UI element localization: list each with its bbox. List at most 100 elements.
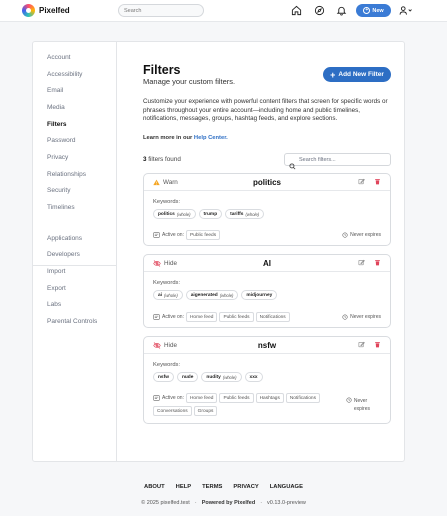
filter-card-politics: Warn politics Keywords: politics (whole) … (143, 173, 391, 246)
filter-card-header: Hide nsfw (144, 337, 390, 354)
footer-link-help[interactable]: HELP (176, 484, 191, 490)
keywords-label: Keywords: (153, 362, 181, 368)
expiry-label: Never expires (350, 232, 381, 238)
trash-icon[interactable] (374, 341, 381, 348)
context-chip: Public feeds (185, 230, 221, 240)
keyword-mode: (whole) (164, 292, 178, 298)
footer-link-terms[interactable]: TERMS (202, 484, 222, 490)
sidebar-item-privacy[interactable]: Privacy (47, 154, 68, 161)
home-icon[interactable] (290, 4, 303, 17)
sidebar-item-labs[interactable]: Labs (47, 301, 61, 308)
keyword-word: tariffs (230, 211, 244, 217)
filter-title: nsfw (257, 341, 277, 350)
trash-icon[interactable] (374, 178, 381, 185)
filter-search-box[interactable] (284, 153, 391, 170)
page-subtitle: Manage your custom filters. (143, 77, 236, 86)
footer-link-privacy[interactable]: PRIVACY (233, 484, 258, 490)
add-new-filter-label: Add New Filter (338, 71, 384, 78)
filters-description: Customize your experience with powerful … (143, 98, 388, 122)
keyword-word: trump (203, 211, 218, 217)
footer-link-language[interactable]: LANGUAGE (270, 484, 303, 490)
sidebar-item-applications[interactable]: Applications (47, 235, 82, 242)
clock-icon (342, 232, 348, 238)
keyword-chip: ai (whole) (153, 290, 183, 300)
footer-links: ABOUT HELP TERMS PRIVACY LANGUAGE (0, 484, 447, 490)
keyword-chip: xxx (244, 372, 263, 382)
keyword-chip: tariffs (whole) (225, 209, 265, 219)
compass-icon[interactable] (313, 4, 326, 17)
keyword-chip: politics (whole) (153, 209, 196, 219)
edit-icon[interactable] (358, 178, 365, 185)
powered-by-link[interactable]: Powered by Pixelfed (202, 500, 256, 506)
keyword-chip: nudity (whole) (201, 372, 242, 382)
keyword-mode: (whole) (176, 211, 191, 217)
brand[interactable]: Pixelfed (22, 4, 70, 17)
sidebar-item-relationships[interactable]: Relationships (47, 171, 86, 178)
filter-title: AI (263, 259, 271, 268)
pixelfed-logo-icon (22, 4, 35, 17)
new-post-button[interactable]: + New (356, 4, 391, 17)
sidebar-item-account[interactable]: Account (47, 54, 71, 61)
brand-name: Pixelfed (39, 6, 70, 15)
filter-context-icon (153, 314, 160, 320)
user-menu-icon[interactable] (398, 4, 414, 17)
bell-icon[interactable] (335, 4, 348, 17)
keyword-word: nudity (206, 374, 221, 380)
expiry-line-2: expires (353, 406, 370, 412)
context-chip: Public feeds (219, 312, 254, 322)
filter-actions (358, 178, 381, 185)
sidebar-item-filters[interactable]: Filters (47, 121, 67, 128)
filter-context-icon (153, 232, 160, 238)
sidebar-item-security[interactable]: Security (47, 187, 70, 194)
add-new-filter-button[interactable]: + Add New Filter (323, 67, 391, 82)
footer-link-about[interactable]: ABOUT (144, 484, 165, 490)
keyword-chip: nude (176, 372, 199, 382)
new-post-label: New (372, 7, 384, 14)
context-chip: Public feeds (219, 393, 254, 403)
filter-search-input[interactable] (299, 155, 387, 165)
filter-actions (358, 259, 381, 266)
footer-separator: · (194, 500, 197, 506)
active-on-row: Active on: Home feed Public feeds Notifi… (153, 312, 290, 322)
context-chip: Conversations (153, 406, 192, 416)
copyright-text: © 2025 pixelfed.test (141, 500, 190, 506)
keyword-mode: (whole) (222, 374, 237, 380)
keyword-chip: aigenerated (whole) (185, 290, 239, 300)
sidebar-item-accessibility[interactable]: Accessibility (47, 71, 82, 78)
help-center-link[interactable]: Help Center. (194, 135, 228, 141)
filters-count-number: 3 (143, 156, 147, 163)
edit-icon[interactable] (358, 259, 365, 266)
sidebar-item-media[interactable]: Media (47, 104, 65, 111)
active-on-label: Active on: (162, 232, 184, 238)
keywords-label: Keywords: (153, 199, 181, 205)
filters-count-label: filters found (148, 156, 181, 163)
keyword-word: nude (181, 374, 194, 380)
active-on-label: Active on: (162, 314, 184, 320)
filter-actions (358, 341, 381, 348)
filter-card-nsfw: Hide nsfw Keywords: nsfw nude nudity (who… (143, 336, 391, 424)
context-chip: Notifications (255, 312, 290, 322)
sidebar-item-developers[interactable]: Developers (47, 251, 80, 258)
plus-circle-icon: + (363, 7, 371, 14)
context-chip: Notifications (285, 393, 320, 403)
edit-icon[interactable] (358, 341, 365, 348)
keyword-mode: (whole) (219, 292, 234, 298)
keyword-word: aigenerated (190, 292, 218, 298)
sidebar-item-password[interactable]: Password (47, 137, 76, 144)
sidebar-item-export[interactable]: Export (47, 285, 66, 292)
sidebar-item-email[interactable]: Email (47, 87, 63, 94)
footer-copyright: © 2025 pixelfed.test · Powered by Pixelf… (0, 500, 447, 506)
sidebar-item-import[interactable]: Import (47, 268, 65, 275)
sidebar-item-timelines[interactable]: Timelines (47, 204, 75, 211)
filter-card-header: Hide AI (144, 255, 390, 272)
learn-more-prefix: Learn more in our (143, 135, 193, 141)
keyword-word: xxx (249, 374, 258, 380)
footer-separator: · (260, 500, 263, 506)
keyword-chip: nsfw (153, 372, 174, 382)
expiry-label: Never expires (350, 314, 381, 320)
trash-icon[interactable] (374, 259, 381, 266)
global-search-input[interactable] (118, 4, 204, 17)
sidebar-item-parental-controls[interactable]: Parental Controls (47, 318, 97, 325)
filters-count: 3 filters found (143, 156, 181, 163)
filter-card-ai: Hide AI Keywords: ai (whole) aigenerated(… (143, 254, 391, 328)
